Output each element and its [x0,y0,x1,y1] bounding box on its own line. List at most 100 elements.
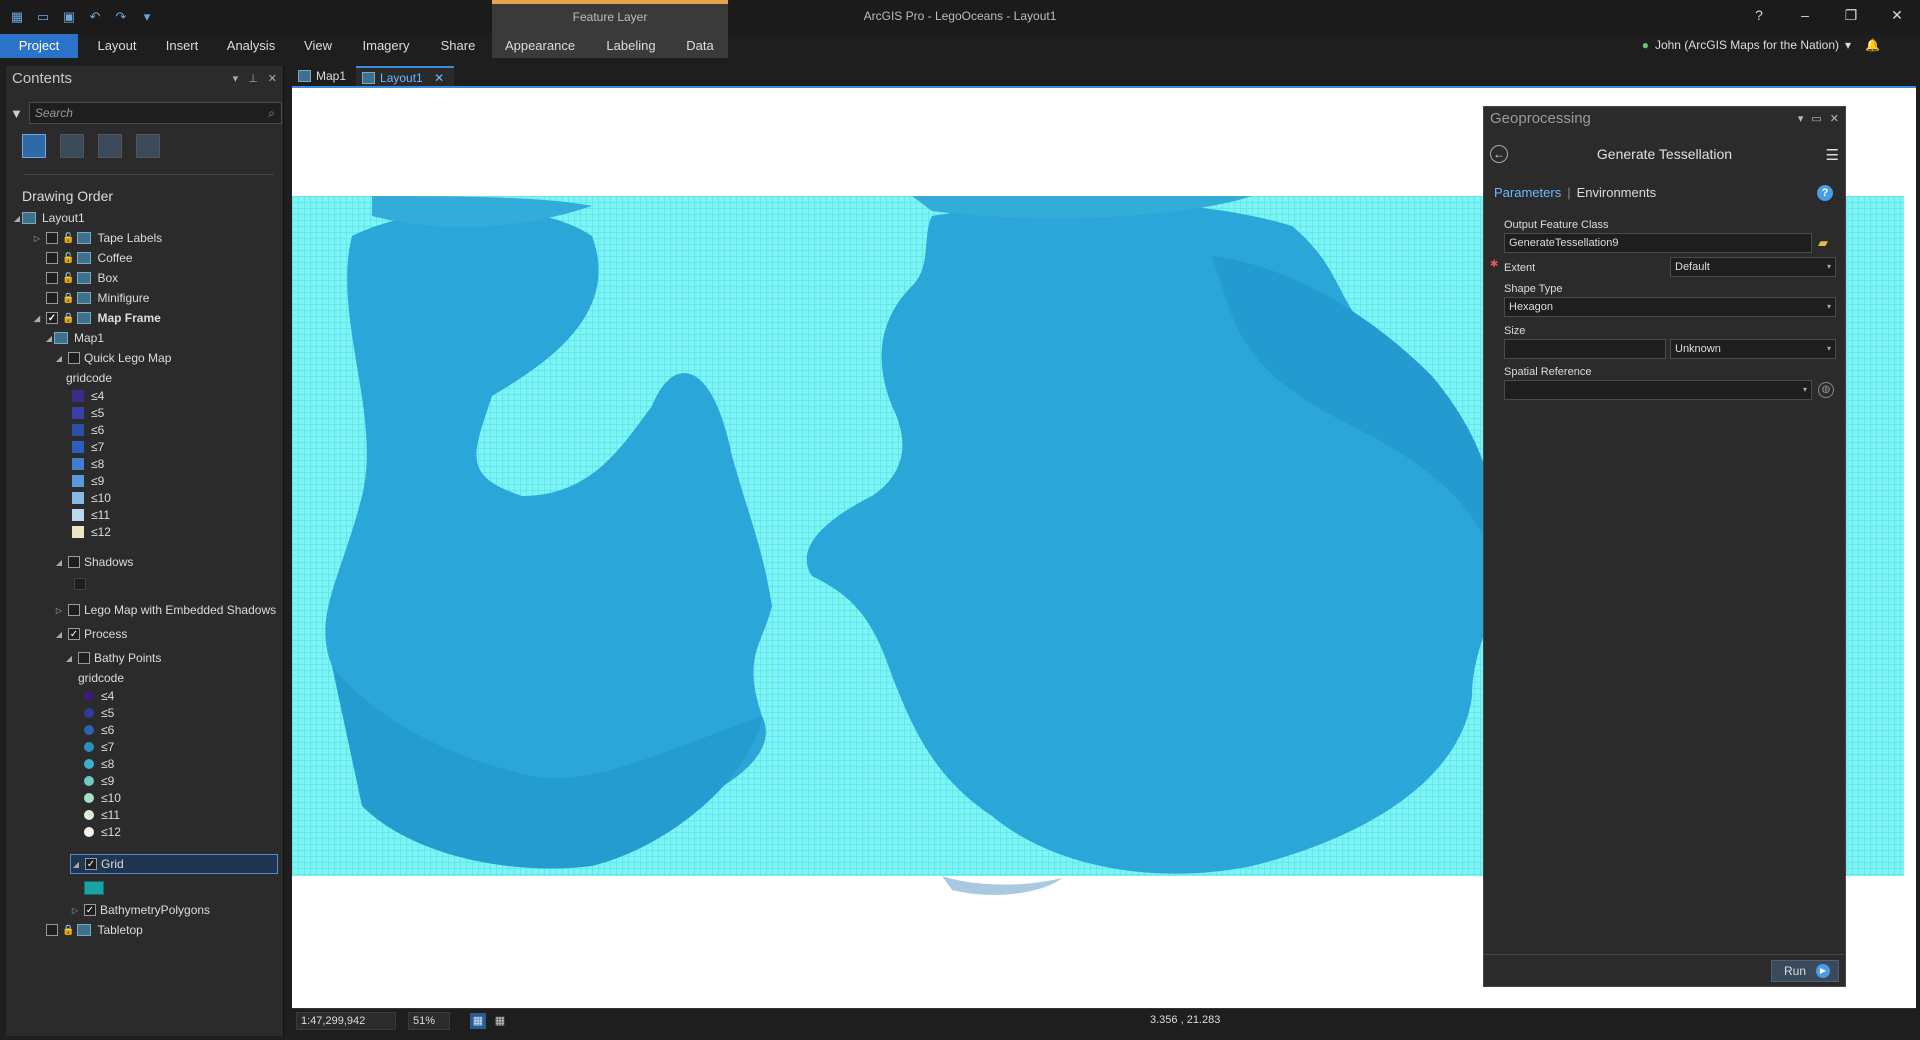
visibility-checkbox[interactable] [46,924,58,936]
filter-icon[interactable]: ▼ [10,106,23,121]
globe-icon[interactable]: ◍ [1818,382,1834,398]
expand-arrow-icon[interactable]: ◢ [54,558,64,567]
tab-labeling[interactable]: Labeling [600,34,662,58]
visibility-checkbox[interactable] [46,292,58,304]
tab-data[interactable]: Data [680,34,720,58]
open-folder-icon[interactable]: ▭ [34,8,52,26]
help-button[interactable]: ? [1736,0,1782,30]
tab-view[interactable]: View [300,34,336,58]
visibility-checkbox[interactable] [46,232,58,244]
collapse-arrow-icon[interactable]: ▷ [70,906,80,915]
tree-row-coffee[interactable]: 🔓 Coffee [42,248,133,268]
close-pane-icon[interactable]: ✕ [268,66,277,92]
notification-icon[interactable]: 🔔 [1865,38,1880,52]
tree-row-bathy-points[interactable]: ◢ Bathy Points [64,648,161,668]
visibility-checkbox[interactable] [46,252,58,264]
shape-type-select[interactable]: Hexagon ▾ [1504,297,1836,317]
tree-row-quick-lego-map[interactable]: ◢ Quick Lego Map [54,348,171,368]
redo-icon[interactable]: ↷ [112,8,130,26]
expand-arrow-icon[interactable]: ◢ [64,654,74,663]
tab-parameters[interactable]: Parameters [1494,185,1561,200]
list-by-editing-icon[interactable] [136,134,160,158]
tree-row-map-frame[interactable]: ◢ ✓ 🔒 Map Frame [32,308,161,328]
visibility-checkbox[interactable]: ✓ [84,904,96,916]
size-input[interactable] [1504,339,1666,359]
lock-icon[interactable]: 🔒 [62,925,74,936]
tab-appearance[interactable]: Appearance [500,34,580,58]
zoom-select[interactable]: 51% [408,1012,450,1030]
visibility-checkbox[interactable] [46,272,58,284]
pane-options-icon[interactable]: ▾ [1798,107,1804,131]
maximize-pane-icon[interactable]: ▭ [1811,107,1821,131]
pane-options-icon[interactable]: ▾ [233,66,239,92]
save-icon[interactable]: ▣ [60,8,78,26]
new-project-icon[interactable]: ▦ [8,8,26,26]
visibility-checkbox[interactable] [68,604,80,616]
help-icon[interactable]: ? [1817,185,1833,201]
user-account[interactable]: ● John (ArcGIS Maps for the Nation) ▾ 🔔 [1642,38,1880,52]
tree-row-layout1[interactable]: ◢ Layout1 [12,208,85,228]
tab-map1[interactable]: Map1 [292,66,356,86]
tab-imagery[interactable]: Imagery [358,34,414,58]
lock-icon[interactable]: 🔒 [62,313,74,324]
close-pane-icon[interactable]: ✕ [1830,107,1839,131]
tree-row-lego-map-embedded[interactable]: ▷ Lego Map with Embedded Shadows [54,600,276,620]
tree-row-map1[interactable]: ◢ Map1 [44,328,104,348]
snapping-icon[interactable]: ▦ [470,1013,486,1029]
list-by-drawing-order-icon[interactable] [22,134,46,158]
close-icon[interactable]: ✕ [1874,0,1920,30]
tree-row-tape-labels[interactable]: ▷ 🔓 Tape Labels [32,228,162,248]
expand-arrow-icon[interactable]: ◢ [12,214,22,223]
visibility-checkbox[interactable]: ✓ [68,628,80,640]
output-feature-class-input[interactable]: GenerateTessellation9 [1504,233,1812,253]
tab-analysis[interactable]: Analysis [224,34,278,58]
collapse-arrow-icon[interactable]: ▷ [54,606,64,615]
hamburger-menu-icon[interactable]: ☰ [1826,146,1839,164]
visibility-checkbox[interactable]: ✓ [85,858,97,870]
point-symbol-swatch [84,725,94,735]
tab-layout[interactable]: Layout [94,34,140,58]
list-by-data-source-icon[interactable] [60,134,84,158]
expand-arrow-icon[interactable]: ◢ [44,334,54,343]
visibility-checkbox[interactable]: ✓ [46,312,58,324]
tree-row-bathymetry-polygons[interactable]: ▷ ✓ BathymetryPolygons [70,900,210,920]
visibility-checkbox[interactable] [78,652,90,664]
visibility-checkbox[interactable] [68,352,80,364]
extent-select[interactable]: Default ▾ [1670,257,1836,277]
tab-insert[interactable]: Insert [160,34,204,58]
expand-arrow-icon[interactable]: ◢ [71,860,81,869]
restore-icon[interactable]: ❐ [1828,0,1874,30]
run-button[interactable]: Run ▶ [1771,960,1839,982]
close-tab-icon[interactable]: ✕ [434,71,444,85]
lock-icon[interactable]: 🔓 [62,233,74,244]
tree-row-tabletop[interactable]: 🔒 Tabletop [42,920,143,940]
collapse-arrow-icon[interactable]: ▷ [32,234,42,243]
tree-row-shadows[interactable]: ◢ Shadows [54,552,133,572]
lock-icon[interactable]: 🔓 [62,253,74,264]
search-input[interactable]: Search ⌕ [28,102,282,124]
tree-row-process[interactable]: ◢ ✓ Process [54,624,127,644]
tab-environments[interactable]: Environments [1577,185,1656,200]
expand-arrow-icon[interactable]: ◢ [32,314,42,323]
browse-folder-icon[interactable]: ▰ [1818,235,1828,251]
spatial-reference-select[interactable]: ▾ [1504,380,1812,400]
expand-arrow-icon[interactable]: ◢ [54,630,64,639]
grid-icon[interactable]: ▦ [492,1013,508,1029]
tree-row-box[interactable]: 🔓 Box [42,268,118,288]
expand-arrow-icon[interactable]: ◢ [54,354,64,363]
tab-share[interactable]: Share [436,34,480,58]
size-unit-select[interactable]: Unknown ▾ [1670,339,1836,359]
tree-row-grid[interactable]: ◢ ✓ Grid [70,854,278,874]
visibility-checkbox[interactable] [68,556,80,568]
undo-icon[interactable]: ↶ [86,8,104,26]
lock-icon[interactable]: 🔓 [62,273,74,284]
tab-layout1[interactable]: Layout1 ✕ [356,66,455,86]
lock-icon[interactable]: 🔒 [62,293,74,304]
pin-icon[interactable]: ⊥ [248,66,258,92]
minimize-icon[interactable]: – [1782,0,1828,30]
customize-toolbar-icon[interactable]: ▾ [138,8,156,26]
tree-row-minifigure[interactable]: 🔒 Minifigure [42,288,149,308]
tab-project[interactable]: Project [0,34,78,58]
scale-select[interactable]: 1:47,299,942 [296,1012,396,1030]
list-by-selection-icon[interactable] [98,134,122,158]
